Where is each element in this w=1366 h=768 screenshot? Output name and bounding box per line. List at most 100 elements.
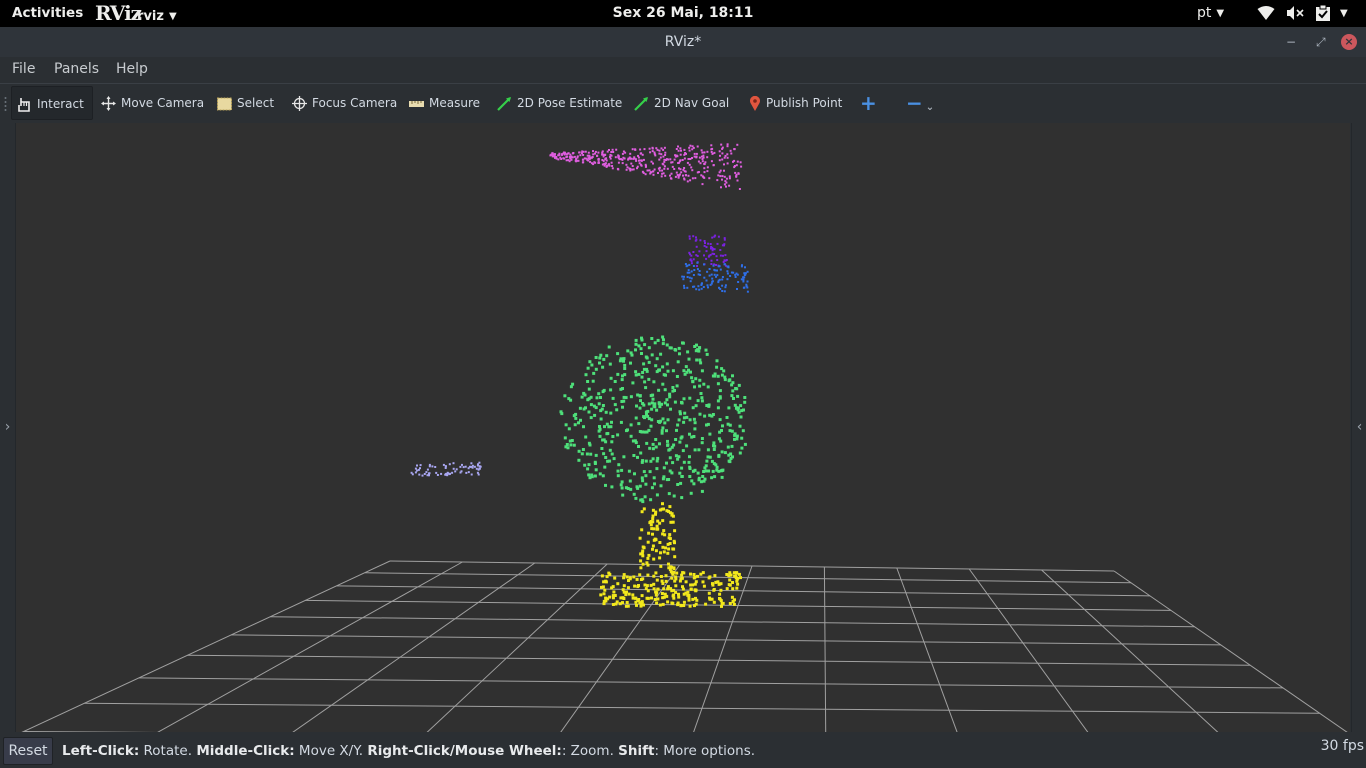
clipboard-check-icon[interactable] <box>1315 5 1331 22</box>
green-cloud-point <box>730 429 734 433</box>
window-title-bar[interactable]: RViz* − ⤢ × <box>0 27 1366 57</box>
clock[interactable]: Sex 26 Mai, 18:11 <box>0 0 1366 27</box>
yellow-cloud-point <box>658 541 662 544</box>
yellow-cloud-point <box>651 544 655 548</box>
purple-cloud-point <box>705 250 708 253</box>
pink-cloud-point <box>669 174 671 177</box>
reset-button[interactable]: Reset <box>3 737 53 765</box>
purple-cloud-point <box>723 237 726 240</box>
tool-select[interactable]: Select <box>217 86 274 120</box>
pink-cloud-point <box>729 149 732 152</box>
tool-2d-nav-goal[interactable]: 2D Nav Goal <box>634 86 729 120</box>
toolbar-grip-icon[interactable] <box>4 96 7 112</box>
blue-cloud-point <box>746 290 749 293</box>
pink-cloud-point <box>643 148 646 151</box>
keyboard-language-menu[interactable]: pt ▼ <box>1197 0 1224 27</box>
pink-cloud-point <box>571 152 574 155</box>
pink-cloud-point <box>629 152 632 155</box>
grid-line <box>305 599 1172 611</box>
pink-cloud-point <box>601 159 604 161</box>
green-cloud-point <box>730 383 734 387</box>
remove-tool-label: − <box>906 91 923 115</box>
yellow-cloud-point <box>661 519 665 523</box>
green-cloud-point <box>632 454 636 457</box>
yellow-cloud-point <box>651 514 655 518</box>
green-cloud-point <box>593 462 597 465</box>
green-cloud-point <box>653 341 657 345</box>
green-cloud-point <box>668 395 672 399</box>
pink-cloud-point <box>735 175 738 178</box>
green-cloud-point <box>563 436 567 440</box>
yellow-cloud-point <box>662 550 666 554</box>
wifi-icon[interactable] <box>1257 5 1275 21</box>
blue-cloud-point <box>721 290 724 292</box>
pink-cloud-point <box>667 158 670 161</box>
pink-cloud-point <box>688 149 691 152</box>
left-dock-collapse-handle[interactable]: › <box>0 123 16 732</box>
tool-focus-camera[interactable]: Focus Camera <box>292 86 397 120</box>
tool-2d-pose-estimate[interactable]: 2D Pose Estimate <box>497 86 622 120</box>
pink-cloud-point <box>652 173 655 176</box>
yellow-cloud-point <box>658 603 662 607</box>
volume-muted-icon[interactable] <box>1286 5 1304 21</box>
grid-line <box>1041 569 1219 732</box>
3d-render-view[interactable] <box>16 123 1350 732</box>
pink-cloud-point <box>721 147 724 150</box>
render-canvas[interactable] <box>16 123 1350 732</box>
pink-cloud-point <box>575 158 578 160</box>
pink-cloud-point <box>733 166 736 169</box>
minimize-icon[interactable]: − <box>1286 27 1296 57</box>
yellow-cloud-point <box>689 587 693 591</box>
right-dock-collapse-handle[interactable]: ‹ <box>1351 123 1366 732</box>
tool-measure[interactable]: Measure <box>409 86 480 120</box>
tool-interact[interactable]: Interact <box>11 86 93 120</box>
menu-help[interactable]: Help <box>116 61 148 77</box>
lavender-cloud-point <box>416 469 419 472</box>
system-menu-caret[interactable]: ▼ <box>1340 0 1348 27</box>
close-icon[interactable]: × <box>1341 34 1357 50</box>
blue-cloud-point <box>686 276 689 278</box>
yellow-cloud-point <box>707 591 711 595</box>
green-cloud-point <box>726 445 730 449</box>
pink-cloud-point <box>617 154 620 157</box>
green-cloud-point <box>639 399 642 403</box>
menu-file[interactable]: File <box>12 61 35 77</box>
remove-tool-button[interactable]: − ⌄ <box>906 86 934 120</box>
green-cloud-point <box>691 406 695 410</box>
pink-cloud-point <box>704 161 707 164</box>
pink-cloud-point <box>728 177 731 180</box>
green-cloud-point <box>661 365 665 369</box>
pink-cloud-point <box>601 150 604 153</box>
pink-cloud-point <box>679 159 682 162</box>
yellow-cloud-point <box>603 588 607 592</box>
green-cloud-point <box>629 423 633 427</box>
pink-cloud-point <box>661 169 664 172</box>
pink-cloud-point <box>728 175 731 178</box>
green-cloud-point <box>611 435 615 438</box>
menu-panels[interactable]: Panels <box>54 61 99 77</box>
pink-cloud-point <box>720 143 723 146</box>
green-cloud-point <box>661 335 665 339</box>
menu-bar: File Panels Help <box>0 57 1366 83</box>
pink-cloud-point <box>555 157 558 160</box>
pink-cloud-point <box>724 154 727 157</box>
pink-cloud-point <box>683 167 686 169</box>
pink-cloud-point <box>685 152 687 155</box>
yellow-cloud-point <box>673 555 677 559</box>
tool-move-camera[interactable]: Move Camera <box>101 86 204 120</box>
pink-cloud-point <box>663 160 666 163</box>
add-tool-button[interactable]: + <box>860 86 877 120</box>
pink-cloud-point <box>606 150 609 153</box>
green-cloud-point <box>705 352 709 356</box>
purple-cloud-point <box>715 264 717 266</box>
blue-cloud-point <box>710 273 713 276</box>
blue-cloud-point <box>742 278 745 281</box>
ruler-icon <box>409 100 424 107</box>
green-cloud-point <box>598 356 602 360</box>
yellow-cloud-point <box>701 580 705 584</box>
green-cloud-point <box>659 419 663 423</box>
tool-publish-point[interactable]: Publish Point <box>749 86 842 120</box>
green-cloud-point <box>578 406 582 410</box>
maximize-icon[interactable]: ⤢ <box>1316 27 1326 57</box>
green-cloud-point <box>693 385 696 389</box>
